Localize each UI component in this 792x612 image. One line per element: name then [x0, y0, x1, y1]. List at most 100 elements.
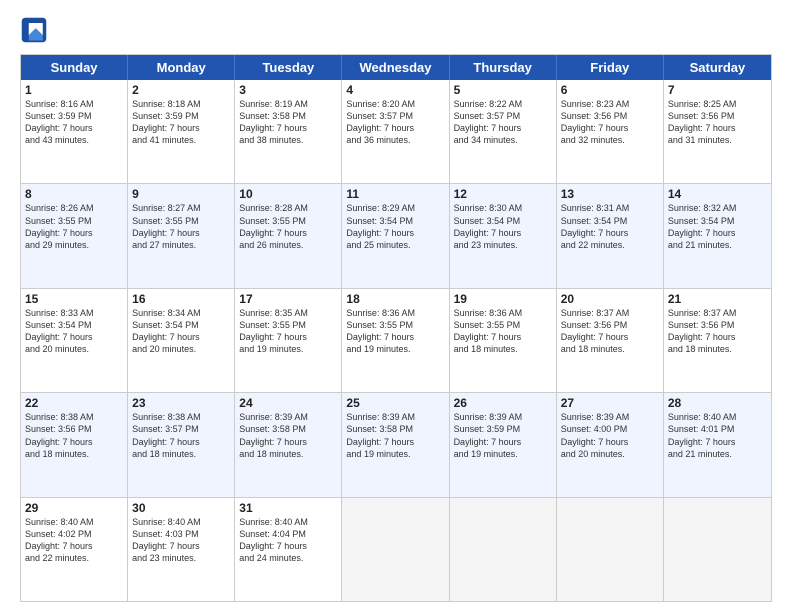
day-number: 9 [132, 187, 230, 201]
calendar-cell: 26Sunrise: 8:39 AMSunset: 3:59 PMDayligh… [450, 393, 557, 496]
cell-text: Sunset: 3:54 PM [561, 215, 659, 227]
cell-text: Daylight: 7 hours [132, 122, 230, 134]
cell-text: Sunrise: 8:39 AM [561, 411, 659, 423]
cell-text: Sunset: 3:55 PM [239, 215, 337, 227]
cell-text: and 18 minutes. [25, 448, 123, 460]
calendar-cell: 9Sunrise: 8:27 AMSunset: 3:55 PMDaylight… [128, 184, 235, 287]
cell-text: Sunrise: 8:23 AM [561, 98, 659, 110]
cell-text: Sunset: 3:54 PM [132, 319, 230, 331]
day-number: 14 [668, 187, 767, 201]
cell-text: Sunset: 3:55 PM [454, 319, 552, 331]
day-number: 6 [561, 83, 659, 97]
cell-text: and 29 minutes. [25, 239, 123, 251]
page: SundayMondayTuesdayWednesdayThursdayFrid… [0, 0, 792, 612]
day-number: 18 [346, 292, 444, 306]
weekday-header: Friday [557, 55, 664, 80]
cell-text: Sunrise: 8:37 AM [668, 307, 767, 319]
day-number: 20 [561, 292, 659, 306]
cell-text: and 31 minutes. [668, 134, 767, 146]
calendar-cell: 29Sunrise: 8:40 AMSunset: 4:02 PMDayligh… [21, 498, 128, 601]
cell-text: and 23 minutes. [454, 239, 552, 251]
cell-text: Sunset: 3:55 PM [239, 319, 337, 331]
cell-text: and 21 minutes. [668, 239, 767, 251]
cell-text: Daylight: 7 hours [454, 122, 552, 134]
day-number: 28 [668, 396, 767, 410]
calendar-cell: 11Sunrise: 8:29 AMSunset: 3:54 PMDayligh… [342, 184, 449, 287]
cell-text: and 43 minutes. [25, 134, 123, 146]
cell-text: Sunset: 3:54 PM [668, 215, 767, 227]
calendar-cell [557, 498, 664, 601]
calendar-cell: 8Sunrise: 8:26 AMSunset: 3:55 PMDaylight… [21, 184, 128, 287]
cell-text: Sunrise: 8:39 AM [239, 411, 337, 423]
cell-text: Sunrise: 8:39 AM [454, 411, 552, 423]
day-number: 17 [239, 292, 337, 306]
cell-text: Daylight: 7 hours [346, 227, 444, 239]
weekday-header: Wednesday [342, 55, 449, 80]
cell-text: and 34 minutes. [454, 134, 552, 146]
cell-text: Sunrise: 8:40 AM [239, 516, 337, 528]
cell-text: Sunset: 3:56 PM [25, 423, 123, 435]
weekday-header: Monday [128, 55, 235, 80]
cell-text: Daylight: 7 hours [25, 540, 123, 552]
cell-text: Sunset: 3:57 PM [346, 110, 444, 122]
cell-text: Sunset: 3:56 PM [668, 110, 767, 122]
cell-text: and 18 minutes. [132, 448, 230, 460]
calendar-cell: 14Sunrise: 8:32 AMSunset: 3:54 PMDayligh… [664, 184, 771, 287]
day-number: 24 [239, 396, 337, 410]
cell-text: Sunset: 3:59 PM [454, 423, 552, 435]
calendar: SundayMondayTuesdayWednesdayThursdayFrid… [20, 54, 772, 602]
cell-text: Sunrise: 8:28 AM [239, 202, 337, 214]
cell-text: Daylight: 7 hours [239, 436, 337, 448]
day-number: 26 [454, 396, 552, 410]
calendar-cell [342, 498, 449, 601]
calendar-body: 1Sunrise: 8:16 AMSunset: 3:59 PMDaylight… [21, 80, 771, 601]
cell-text: Daylight: 7 hours [454, 436, 552, 448]
cell-text: Daylight: 7 hours [25, 436, 123, 448]
cell-text: Sunrise: 8:19 AM [239, 98, 337, 110]
cell-text: Sunrise: 8:16 AM [25, 98, 123, 110]
cell-text: and 24 minutes. [239, 552, 337, 564]
cell-text: Daylight: 7 hours [668, 436, 767, 448]
cell-text: Sunrise: 8:22 AM [454, 98, 552, 110]
cell-text: Sunrise: 8:38 AM [132, 411, 230, 423]
calendar-cell: 1Sunrise: 8:16 AMSunset: 3:59 PMDaylight… [21, 80, 128, 183]
day-number: 16 [132, 292, 230, 306]
day-number: 11 [346, 187, 444, 201]
cell-text: Sunset: 3:55 PM [346, 319, 444, 331]
cell-text: and 19 minutes. [239, 343, 337, 355]
cell-text: and 19 minutes. [454, 448, 552, 460]
calendar-cell: 19Sunrise: 8:36 AMSunset: 3:55 PMDayligh… [450, 289, 557, 392]
cell-text: Sunrise: 8:38 AM [25, 411, 123, 423]
day-number: 2 [132, 83, 230, 97]
cell-text: Sunset: 4:02 PM [25, 528, 123, 540]
cell-text: and 19 minutes. [346, 343, 444, 355]
day-number: 29 [25, 501, 123, 515]
cell-text: Daylight: 7 hours [454, 227, 552, 239]
cell-text: Sunset: 3:57 PM [454, 110, 552, 122]
cell-text: Sunset: 3:56 PM [561, 110, 659, 122]
day-number: 12 [454, 187, 552, 201]
cell-text: Sunset: 3:58 PM [346, 423, 444, 435]
calendar-cell [664, 498, 771, 601]
cell-text: and 27 minutes. [132, 239, 230, 251]
day-number: 27 [561, 396, 659, 410]
cell-text: Daylight: 7 hours [25, 122, 123, 134]
day-number: 4 [346, 83, 444, 97]
cell-text: Daylight: 7 hours [132, 540, 230, 552]
cell-text: Sunrise: 8:32 AM [668, 202, 767, 214]
cell-text: and 20 minutes. [561, 448, 659, 460]
cell-text: Sunset: 4:03 PM [132, 528, 230, 540]
calendar-cell: 13Sunrise: 8:31 AMSunset: 3:54 PMDayligh… [557, 184, 664, 287]
calendar-cell: 30Sunrise: 8:40 AMSunset: 4:03 PMDayligh… [128, 498, 235, 601]
calendar-cell: 4Sunrise: 8:20 AMSunset: 3:57 PMDaylight… [342, 80, 449, 183]
calendar-cell: 22Sunrise: 8:38 AMSunset: 3:56 PMDayligh… [21, 393, 128, 496]
calendar-cell: 21Sunrise: 8:37 AMSunset: 3:56 PMDayligh… [664, 289, 771, 392]
cell-text: Sunrise: 8:31 AM [561, 202, 659, 214]
cell-text: Sunset: 3:58 PM [239, 110, 337, 122]
day-number: 1 [25, 83, 123, 97]
cell-text: Daylight: 7 hours [561, 227, 659, 239]
day-number: 5 [454, 83, 552, 97]
calendar-row: 29Sunrise: 8:40 AMSunset: 4:02 PMDayligh… [21, 497, 771, 601]
cell-text: Daylight: 7 hours [239, 540, 337, 552]
cell-text: and 20 minutes. [132, 343, 230, 355]
